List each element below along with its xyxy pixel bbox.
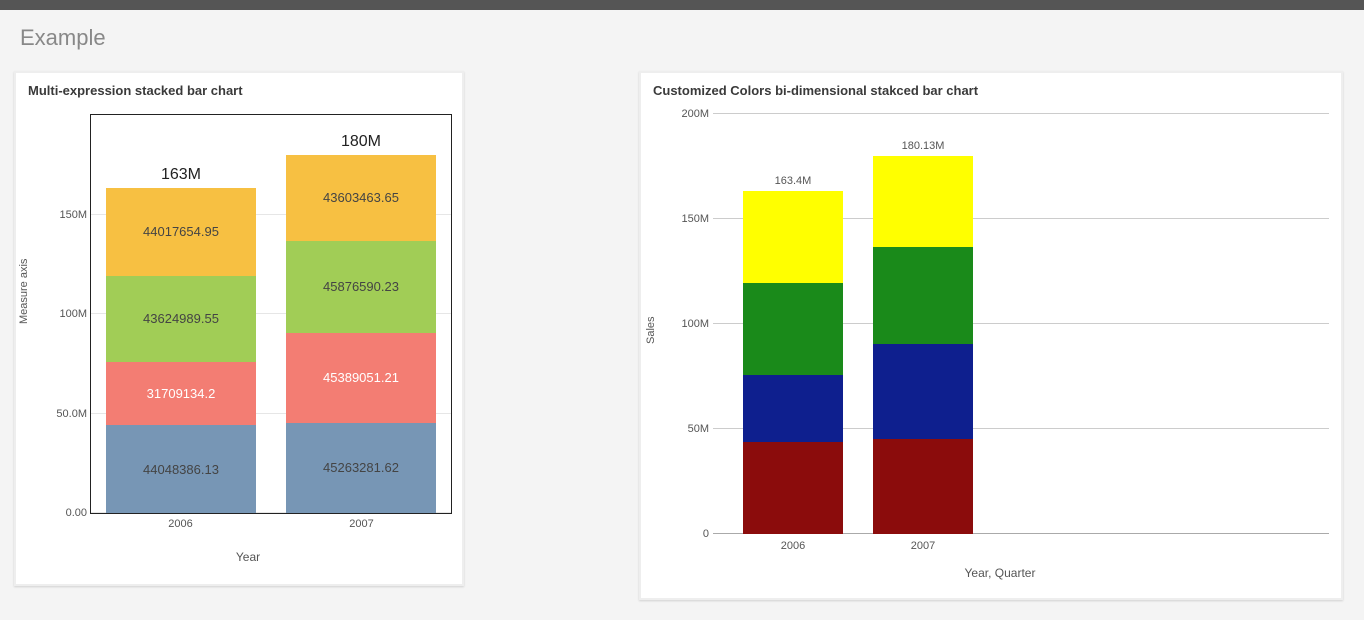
bar-2007: 180M 43603463.65 45876590.23 45389051.21… [286, 115, 436, 513]
bar-2007-r: 180.13M [873, 114, 973, 534]
top-toolbar [0, 0, 1364, 10]
y-axis-label-left: Measure axis [18, 259, 30, 324]
right-chart: Sales 0 50M 100M 150M 200M 163.4M [641, 114, 1341, 598]
ytick: 150M [43, 209, 87, 221]
segment-value: 45876590.23 [323, 279, 399, 294]
x-axis-label-left: Year [44, 530, 452, 564]
bar-2006-r: 163.4M [743, 114, 843, 534]
ytick: 100M [43, 308, 87, 320]
total-label: 163M [106, 166, 256, 184]
ytick: 100M [671, 318, 709, 330]
segment-value: 31709134.2 [147, 386, 216, 401]
xtick: 2006 [743, 540, 843, 552]
bar-2006: 163M 44017654.95 43624989.55 31709134.2 … [106, 115, 256, 513]
ytick: 150M [671, 213, 709, 225]
panel-title-right: Customized Colors bi-dimensional stakced… [641, 73, 1341, 102]
ytick: 0 [671, 528, 709, 540]
ytick: 50.0M [43, 408, 87, 420]
xtick: 2006 [168, 518, 192, 530]
x-ticks-left: 2006 2007 [90, 518, 452, 530]
segment-value: 44048386.13 [143, 462, 219, 477]
ytick: 50M [671, 423, 709, 435]
segment-value: 45389051.21 [323, 370, 399, 385]
y-axis-label-right: Sales [645, 316, 657, 344]
panel-custom-colors: Customized Colors bi-dimensional stakced… [639, 71, 1343, 600]
panels-row: Multi-expression stacked bar chart Measu… [0, 71, 1364, 620]
panel-title-left: Multi-expression stacked bar chart [16, 73, 462, 102]
segment-value: 45263281.62 [323, 460, 399, 475]
panel-multi-expression: Multi-expression stacked bar chart Measu… [14, 71, 464, 586]
left-chart: Measure axis 0.00 50.0M 100M 150M 163M 4… [16, 114, 462, 584]
left-plot-area: 0.00 50.0M 100M 150M 163M 44017654.95 43… [90, 114, 452, 514]
xtick: 2007 [349, 518, 373, 530]
x-ticks-right: 2006 2007 [713, 540, 1329, 552]
xtick: 2007 [873, 540, 973, 552]
total-label: 163.4M [743, 175, 843, 187]
segment-value: 43603463.65 [323, 190, 399, 205]
x-axis-label-right: Year, Quarter [671, 552, 1329, 580]
segment-value: 44017654.95 [143, 224, 219, 239]
ytick: 200M [671, 108, 709, 120]
total-label: 180M [286, 133, 436, 151]
segment-value: 43624989.55 [143, 311, 219, 326]
page-title: Example [0, 10, 1364, 71]
right-plot-area: 0 50M 100M 150M 200M 163.4M [713, 114, 1329, 534]
total-label: 180.13M [873, 140, 973, 152]
ytick: 0.00 [43, 507, 87, 519]
